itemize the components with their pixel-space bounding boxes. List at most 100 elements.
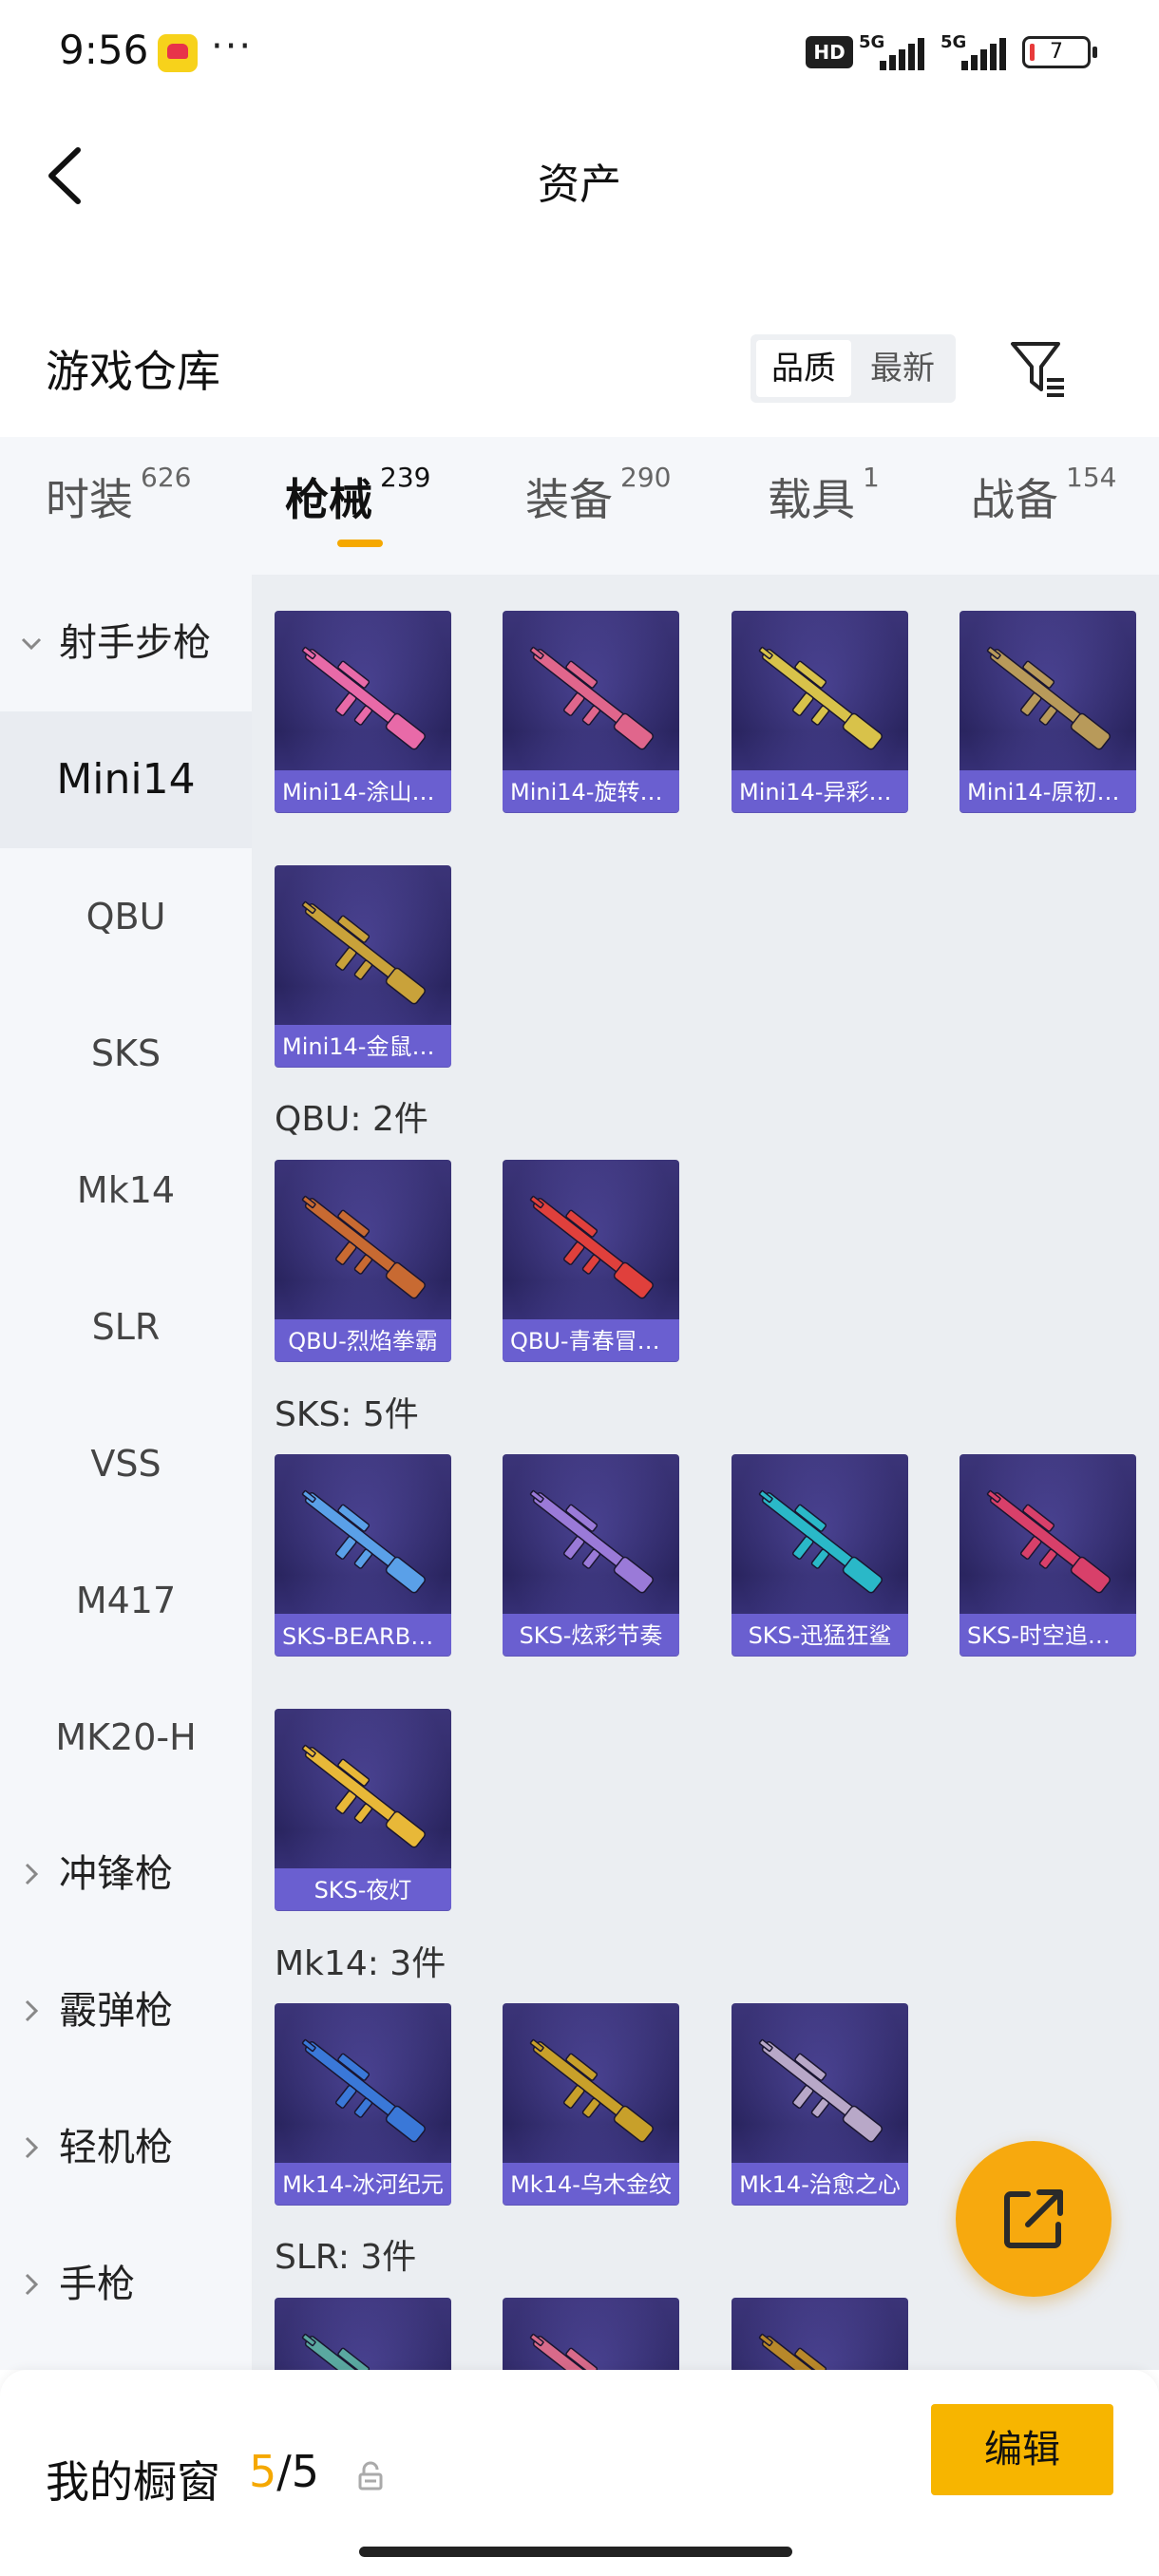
showcase-count: 5/5 (249, 2446, 320, 2497)
weapon-card[interactable]: Mini14-金鼠迎春 (275, 865, 451, 1067)
weapon-card[interactable]: Mini14-涂山幻梦 (275, 611, 451, 812)
active-tab-indicator (337, 540, 383, 547)
rifle-skin-icon (758, 2333, 858, 2370)
home-indicator (359, 2547, 792, 2557)
weapon-name: QBU-青春冒险家 (510, 1328, 679, 1354)
rifle-skin-icon (301, 1489, 426, 1594)
sidebar-item-mini14[interactable]: Mini14 (0, 711, 252, 848)
sidebar-item-qbu[interactable]: QBU (0, 848, 252, 985)
sidebar-group-lmg[interactable]: 轻机枪 (0, 2079, 252, 2216)
weapon-card[interactable]: Mini14-异彩迷踪 (732, 611, 908, 812)
weapon-card[interactable]: SKS-迅猛狂鲨 (732, 1454, 908, 1656)
status-time: 9:56 (59, 27, 149, 73)
battery-level: 7 (1050, 40, 1063, 64)
sidebar-item-sks[interactable]: SKS (0, 985, 252, 1122)
sort-toggle: 品质 最新 (750, 334, 956, 403)
status-bar: 9:56 ··· HD 5G 5G 7 (0, 0, 1159, 104)
battery-icon: 7 (1022, 36, 1097, 68)
weapon-card[interactable]: SKS-炫彩节奏 (503, 1454, 679, 1656)
share-out-icon (1004, 2189, 1063, 2248)
edit-button[interactable]: 编辑 (931, 2404, 1113, 2495)
weapon-card[interactable] (503, 2298, 679, 2370)
tab-equipment[interactable]: 装备 290 (525, 462, 671, 541)
weapon-name: SKS-BEARBRICK (282, 1623, 451, 1650)
rifle-skin-icon (301, 2333, 401, 2370)
rifle-skin-icon (529, 646, 654, 750)
more-notifications-icon: ··· (211, 25, 254, 68)
weapon-card[interactable]: QBU-青春冒险家 (503, 1160, 679, 1361)
section-label-slr: SLR: 3件 (275, 2238, 417, 2277)
rifle-skin-icon (301, 2038, 426, 2143)
category-tabs: 时装 626 枪械 239 装备 290 载具 1 战备 154 (0, 437, 1159, 575)
rifle-skin-icon (758, 646, 883, 750)
weapon-name: Mini14-涂山幻梦 (282, 779, 451, 805)
weapon-name: SKS-时空追猎者 (967, 1622, 1133, 1649)
sidebar-group-pistol[interactable]: 手枪 (0, 2216, 252, 2353)
weapon-name: Mini14-金鼠迎春 (282, 1033, 451, 1060)
weapon-name: SKS-迅猛狂鲨 (748, 1622, 892, 1649)
rifle-skin-icon (529, 2038, 654, 2143)
showcase-bar: 我的橱窗 5/5 编辑 (0, 2370, 1159, 2576)
filter-button[interactable] (1005, 334, 1072, 401)
weapon-name: Mini14-原初之光 (967, 779, 1136, 805)
weapon-card[interactable]: Mini14-旋转木马 (503, 611, 679, 812)
sidebar-item-mk20h[interactable]: MK20-H (0, 1669, 252, 1806)
weapon-card[interactable] (275, 2298, 451, 2370)
rifle-skin-icon (758, 2038, 883, 2143)
sidebar-item-slr[interactable]: SLR (0, 1259, 252, 1395)
section-label-qbu: QBU: 2件 (275, 1100, 428, 1139)
weapon-name: SKS-炫彩节奏 (519, 1622, 663, 1649)
sidebar-group-shotgun[interactable]: 霰弹枪 (0, 1942, 252, 2079)
rifle-skin-icon (986, 1489, 1111, 1594)
weapon-name: QBU-烈焰拳霸 (288, 1328, 438, 1354)
signal-icon: 5G (859, 32, 925, 70)
tab-gear[interactable]: 战备 154 (971, 462, 1116, 541)
weapon-grid: Mini14-涂山幻梦 Mini14-旋转木马 Mini14-异彩迷踪 Mini… (252, 575, 1159, 2370)
tab-fashion[interactable]: 时装 626 (46, 462, 191, 541)
weapon-card[interactable]: Mk14-治愈之心 (732, 2003, 908, 2205)
filter-icon (1011, 342, 1064, 397)
weapon-card[interactable]: Mk14-乌木金纹 (503, 2003, 679, 2205)
rifle-skin-icon (301, 646, 426, 750)
rifle-skin-icon (301, 900, 426, 1005)
weapon-name: Mk14-冰河纪元 (282, 2171, 444, 2198)
weapon-card[interactable]: SKS-夜灯 (275, 1709, 451, 1910)
rifle-skin-icon (529, 1489, 654, 1594)
weapon-name: Mini14-旋转木马 (510, 779, 679, 805)
weapon-name: SKS-夜灯 (314, 1877, 412, 1904)
weapon-card[interactable]: Mini14-原初之光 (960, 611, 1136, 812)
weapon-card[interactable]: QBU-烈焰拳霸 (275, 1160, 451, 1361)
lock-icon[interactable] (357, 2461, 384, 2491)
rifle-skin-icon (529, 1195, 654, 1299)
sidebar-item-vss[interactable]: VSS (0, 1395, 252, 1532)
share-button[interactable] (956, 2141, 1112, 2297)
rifle-skin-icon (986, 646, 1111, 750)
weapon-card[interactable]: SKS-时空追猎者 (960, 1454, 1136, 1656)
tab-firearms[interactable]: 枪械 239 (285, 462, 430, 541)
sidebar-group-marksman[interactable]: 射手步枪 (0, 575, 252, 711)
weapon-category-sidebar: 射手步枪 Mini14 QBU SKS Mk14 SLR VSS M417 MK… (0, 575, 252, 2370)
weapon-name: Mini14-异彩迷踪 (739, 779, 908, 805)
sort-quality-button[interactable]: 品质 (756, 340, 851, 397)
signal-icon: 5G (940, 32, 1007, 70)
rifle-skin-icon (758, 1489, 883, 1594)
section-title: 游戏仓库 (46, 346, 220, 397)
rifle-skin-icon (301, 1744, 426, 1848)
sidebar-item-mk14[interactable]: Mk14 (0, 1122, 252, 1259)
weapon-name: Mk14-乌木金纹 (510, 2171, 672, 2198)
tab-vehicles[interactable]: 载具 1 (768, 462, 880, 541)
sidebar-item-m417[interactable]: M417 (0, 1532, 252, 1669)
sidebar-group-smg[interactable]: 冲锋枪 (0, 1806, 252, 1942)
weapon-card[interactable]: Mk14-冰河纪元 (275, 2003, 451, 2205)
sort-latest-button[interactable]: 最新 (855, 340, 950, 397)
app-notification-icon (158, 34, 198, 72)
weapon-card[interactable] (732, 2298, 908, 2370)
section-label-mk14: Mk14: 3件 (275, 1944, 446, 1983)
hd-voice-icon: HD (806, 36, 853, 68)
rifle-skin-icon (529, 2333, 629, 2370)
weapon-card[interactable]: SKS-BEARBRICK (275, 1454, 451, 1656)
showcase-label: 我的橱窗 (46, 2456, 220, 2508)
page-title: 资产 (538, 161, 621, 209)
weapon-name: Mk14-治愈之心 (739, 2171, 901, 2198)
rifle-skin-icon (301, 1195, 426, 1299)
